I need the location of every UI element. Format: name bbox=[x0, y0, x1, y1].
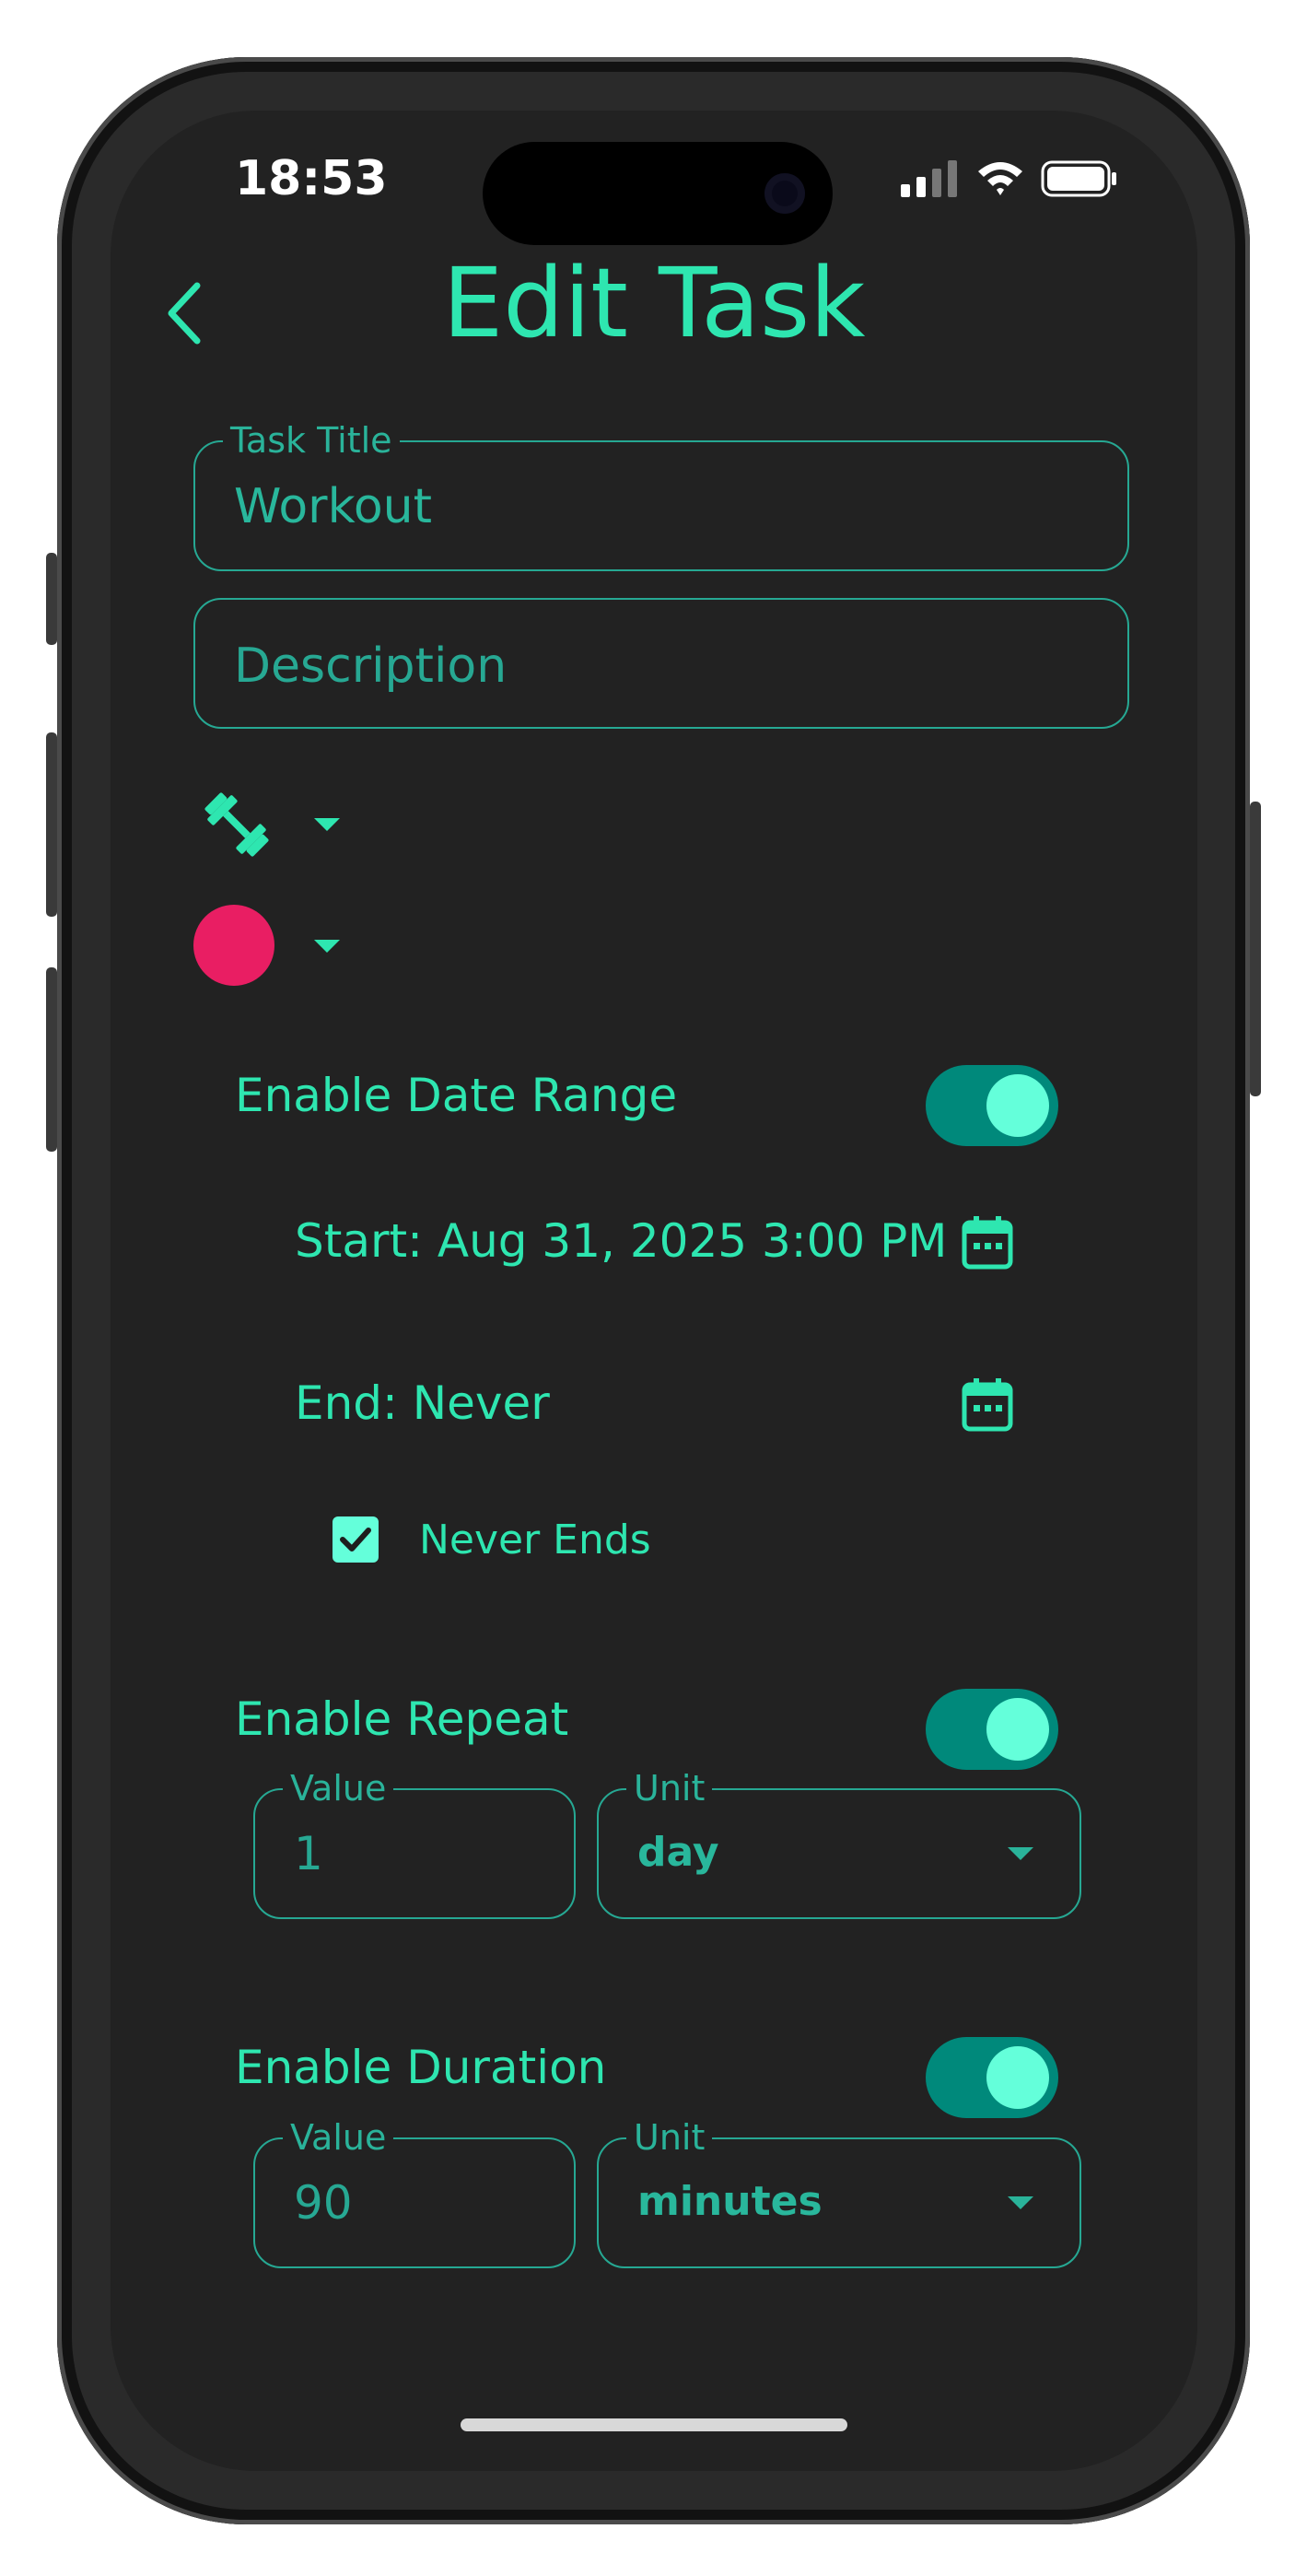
never-ends-label: Never Ends bbox=[419, 1516, 651, 1563]
volume-up-button bbox=[46, 732, 57, 917]
never-ends-checkbox[interactable] bbox=[333, 1516, 379, 1563]
task-title-field[interactable]: Task Title Workout bbox=[193, 422, 1129, 571]
volume-down-button bbox=[46, 967, 57, 1152]
color-dropdown-caret[interactable] bbox=[314, 940, 340, 953]
toggle-knob bbox=[986, 1698, 1049, 1761]
wifi-icon bbox=[978, 162, 1022, 195]
duration-value: 90 bbox=[294, 2176, 353, 2230]
chevron-down-icon bbox=[1008, 2196, 1033, 2209]
date-range-label: Enable Date Range bbox=[235, 1069, 678, 1122]
repeat-value-field[interactable]: Value 1 bbox=[253, 1770, 576, 1919]
check-icon bbox=[340, 1528, 371, 1551]
cellular-signal-icon bbox=[901, 160, 957, 197]
toggle-knob bbox=[986, 2046, 1049, 2109]
power-button bbox=[1250, 802, 1261, 1096]
duration-toggle[interactable] bbox=[926, 2037, 1058, 2118]
icon-dropdown-caret[interactable] bbox=[314, 818, 340, 831]
status-time: 18:53 bbox=[235, 151, 388, 206]
repeat-unit-value: day bbox=[637, 1829, 719, 1876]
end-date-label[interactable]: End: Never bbox=[295, 1376, 550, 1430]
app-screen: 18:53 Edit Task Task Title Workout Descr… bbox=[111, 111, 1197, 2471]
battery-icon bbox=[1041, 160, 1116, 197]
duration-unit-select[interactable]: Unit minutes bbox=[597, 2119, 1081, 2268]
repeat-toggle[interactable] bbox=[926, 1689, 1058, 1770]
dynamic-island bbox=[483, 142, 833, 245]
page-title: Edit Task bbox=[442, 247, 866, 359]
home-indicator[interactable] bbox=[461, 2418, 847, 2431]
duration-unit-value: minutes bbox=[637, 2178, 823, 2225]
color-swatch[interactable] bbox=[193, 905, 274, 986]
repeat-label: Enable Repeat bbox=[235, 1692, 569, 1746]
chevron-down-icon bbox=[1008, 1847, 1033, 1860]
duration-value-label: Value bbox=[283, 2119, 394, 2156]
description-placeholder: Description bbox=[234, 638, 508, 694]
task-title-value: Workout bbox=[234, 479, 432, 534]
dumbbell-icon[interactable] bbox=[199, 787, 274, 862]
toggle-knob bbox=[986, 1074, 1049, 1137]
start-date-label[interactable]: Start: Aug 31, 2025 3:00 PM bbox=[295, 1214, 947, 1268]
description-field[interactable]: Description bbox=[193, 598, 1129, 729]
calendar-icon[interactable] bbox=[960, 1376, 1015, 1434]
duration-unit-label: Unit bbox=[626, 2119, 713, 2156]
repeat-value: 1 bbox=[294, 1827, 323, 1880]
duration-label: Enable Duration bbox=[235, 2041, 607, 2094]
action-button bbox=[46, 553, 57, 645]
repeat-value-label: Value bbox=[283, 1770, 394, 1807]
repeat-unit-label: Unit bbox=[626, 1770, 713, 1807]
status-icons bbox=[901, 160, 1118, 197]
repeat-unit-select[interactable]: Unit day bbox=[597, 1770, 1081, 1919]
camera-icon bbox=[764, 173, 805, 214]
date-range-toggle[interactable] bbox=[926, 1065, 1058, 1146]
calendar-icon[interactable] bbox=[960, 1214, 1015, 1271]
duration-value-field[interactable]: Value 90 bbox=[253, 2119, 576, 2268]
task-title-label: Task Title bbox=[223, 422, 400, 459]
